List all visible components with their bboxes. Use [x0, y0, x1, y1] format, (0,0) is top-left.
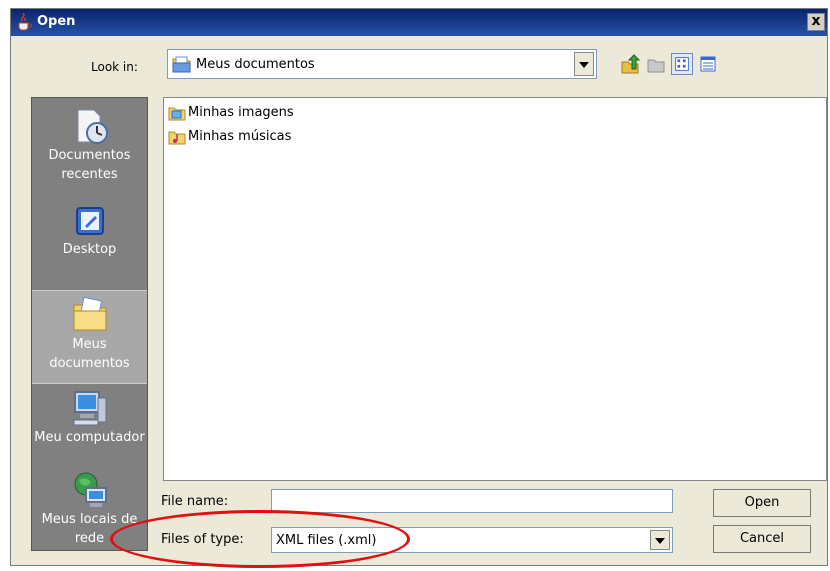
- files-of-type-combo[interactable]: XML files (.xml): [271, 527, 673, 553]
- look-in-combo[interactable]: Meus documentos: [167, 49, 597, 79]
- place-label: Meus documentos: [49, 337, 130, 371]
- my-documents-icon: [73, 296, 106, 331]
- place-my-documents[interactable]: Meus documentos: [32, 290, 147, 384]
- files-of-type-dropdown-arrow[interactable]: [650, 530, 670, 550]
- music-folder-icon: [168, 131, 186, 145]
- documents-folder-icon: [172, 56, 191, 73]
- network-places-icon: [74, 472, 107, 507]
- files-of-type-label: Files of type:: [161, 532, 244, 547]
- file-name-input[interactable]: [271, 489, 673, 513]
- place-label: Meu computador: [34, 430, 145, 445]
- cancel-button[interactable]: Cancel: [713, 525, 811, 553]
- recent-documents-icon: [77, 109, 108, 144]
- file-name: Minhas imagens: [188, 105, 294, 120]
- place-label: Documentos recentes: [48, 148, 131, 182]
- my-computer-icon: [73, 391, 106, 426]
- dialog-title: Open: [37, 14, 76, 29]
- file-name-label: File name:: [161, 494, 229, 509]
- pictures-folder-icon: [168, 107, 186, 121]
- places-bar: Documentos recentes Desktop Meus documen…: [31, 97, 148, 551]
- java-cup-icon: [18, 13, 32, 31]
- list-view-icon[interactable]: [671, 53, 693, 75]
- place-label: Meus locais de rede: [41, 512, 138, 546]
- open-button[interactable]: Open: [713, 489, 811, 517]
- look-in-dropdown-arrow[interactable]: [574, 52, 594, 76]
- files-of-type-value: XML files (.xml): [276, 533, 377, 548]
- place-my-computer[interactable]: Meu computador: [32, 388, 147, 447]
- open-dialog: Open x Look in: Meus documentos Document…: [10, 8, 828, 566]
- up-folder-icon[interactable]: [619, 53, 641, 75]
- desktop-icon: [75, 207, 104, 235]
- place-desktop[interactable]: Desktop: [32, 204, 147, 259]
- file-name: Minhas músicas: [188, 129, 292, 144]
- place-label: Desktop: [62, 242, 117, 257]
- close-button[interactable]: x: [807, 13, 825, 31]
- title-bar[interactable]: Open x: [11, 9, 827, 36]
- place-recent-documents[interactable]: Documentos recentes: [32, 106, 147, 184]
- details-view-icon[interactable]: [697, 53, 719, 75]
- new-folder-icon[interactable]: [645, 53, 667, 75]
- look-in-value: Meus documentos: [196, 57, 315, 72]
- file-list[interactable]: Minhas imagens Minhas músicas: [163, 97, 827, 481]
- look-in-label: Look in:: [91, 60, 138, 74]
- place-network-places[interactable]: Meus locais de rede: [32, 470, 147, 548]
